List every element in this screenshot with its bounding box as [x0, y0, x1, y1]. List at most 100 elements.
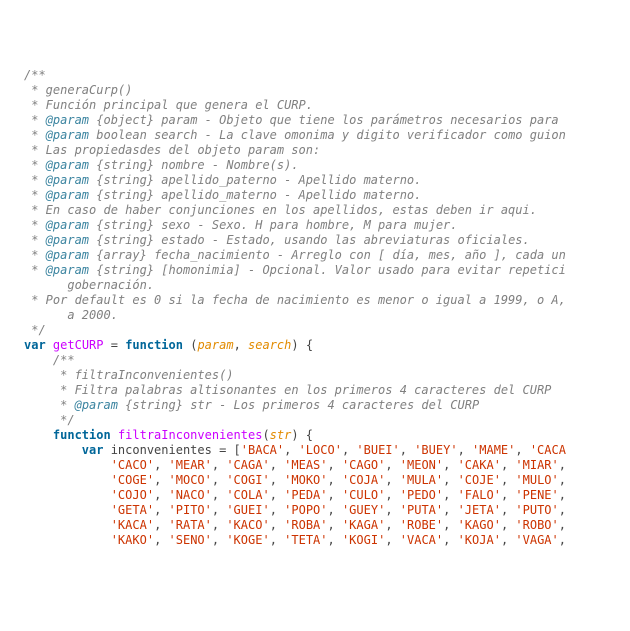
token-p: ,: [501, 458, 515, 472]
token-c: * filtraInconvenientes(): [53, 368, 234, 382]
token-s: 'JETA': [458, 503, 501, 517]
token-s: 'MOCO': [169, 473, 212, 487]
token-t: @param: [46, 233, 89, 247]
token-kw: var: [24, 338, 46, 352]
token-s: 'POPO': [284, 503, 327, 517]
token-p: ,: [154, 518, 168, 532]
token-s: 'KOGE': [226, 533, 269, 547]
token-p: ,: [559, 533, 566, 547]
token-t: @param: [46, 263, 89, 277]
token-p: [24, 368, 53, 382]
token-s: 'KAGA': [342, 518, 385, 532]
token-s: 'KAKO': [111, 533, 154, 547]
token-s: 'CACA: [530, 443, 566, 457]
token-t: @param: [46, 188, 89, 202]
token-kw: var: [82, 443, 104, 457]
token-kw: function: [125, 338, 183, 352]
token-p: ,: [154, 503, 168, 517]
token-s: 'VACA': [400, 533, 443, 547]
token-s: 'COJE': [458, 473, 501, 487]
token-c: *: [24, 263, 46, 277]
token-c: /**: [53, 353, 75, 367]
code-line: var inconvenientes = ['BACA', 'LOCO', 'B…: [24, 443, 630, 458]
token-s: 'CAGO': [342, 458, 385, 472]
token-p: ,: [328, 473, 342, 487]
code-line: * @param {string} sexo - Sexo. H para ho…: [24, 218, 630, 233]
code-line: 'CACO', 'MEAR', 'CAGA', 'MEAS', 'CAGO', …: [24, 458, 630, 473]
token-p: (: [183, 338, 197, 352]
token-c: * Función principal que genera el CURP.: [24, 98, 313, 112]
token-p: [24, 353, 53, 367]
token-c: {string} estado - Estado, usando las abr…: [89, 233, 530, 247]
token-c: {string} apellido_paterno - Apellido mat…: [89, 173, 421, 187]
token-t: @param: [46, 173, 89, 187]
token-p: ,: [212, 503, 226, 517]
token-c: *: [24, 113, 46, 127]
token-s: 'PITO': [169, 503, 212, 517]
token-s: 'GETA': [111, 503, 154, 517]
token-p: =: [104, 338, 126, 352]
token-t: @param: [46, 128, 89, 142]
code-line: gobernación.: [24, 278, 630, 293]
token-c: {string} apellido_materno - Apellido mat…: [89, 188, 421, 202]
token-s: 'CAKA': [458, 458, 501, 472]
token-t: @param: [46, 158, 89, 172]
token-p: (: [262, 428, 269, 442]
token-p: ,: [559, 473, 566, 487]
token-p: ,: [342, 443, 356, 457]
token-p: ,: [400, 443, 414, 457]
token-p: ,: [501, 533, 515, 547]
token-p: [24, 518, 111, 532]
token-s: 'KAGO': [458, 518, 501, 532]
token-t: @param: [75, 398, 118, 412]
token-c: *: [24, 218, 46, 232]
token-p: ,: [212, 458, 226, 472]
token-c: {string} str - Los primeros 4 caracteres…: [118, 398, 479, 412]
token-s: 'GUEY': [342, 503, 385, 517]
token-p: ,: [328, 458, 342, 472]
token-c: {string} sexo - Sexo. H para hombre, M p…: [89, 218, 457, 232]
token-p: ,: [328, 503, 342, 517]
token-s: 'ROBE': [400, 518, 443, 532]
code-line: * En caso de haber conjunciones en los a…: [24, 203, 630, 218]
token-s: 'RATA': [169, 518, 212, 532]
token-t: @param: [46, 113, 89, 127]
token-c: * Por default es 0 si la fecha de nacimi…: [24, 293, 566, 307]
token-s: 'MIAR': [515, 458, 558, 472]
token-s: 'CACO': [111, 458, 154, 472]
token-p: ,: [328, 518, 342, 532]
token-s: 'TETA': [284, 533, 327, 547]
code-line: 'GETA', 'PITO', 'GUEI', 'POPO', 'GUEY', …: [24, 503, 630, 518]
token-s: 'GUEI': [226, 503, 269, 517]
token-p: ,: [443, 473, 457, 487]
token-p: ,: [501, 518, 515, 532]
token-c: boolean search - La clave omonima y digi…: [89, 128, 566, 142]
code-line: /**: [24, 353, 630, 368]
code-line: 'KAKO', 'SENO', 'KOGE', 'TETA', 'KOGI', …: [24, 533, 630, 548]
token-s: 'MEAR': [169, 458, 212, 472]
token-p: ,: [443, 503, 457, 517]
token-p: [24, 473, 111, 487]
code-line: * generaCurp(): [24, 83, 630, 98]
token-pm: search: [248, 338, 291, 352]
token-s: 'COGE': [111, 473, 154, 487]
token-t: @param: [46, 248, 89, 262]
token-p: [46, 338, 53, 352]
token-s: 'MULO': [515, 473, 558, 487]
code-line: 'KACA', 'RATA', 'KACO', 'ROBA', 'KAGA', …: [24, 518, 630, 533]
token-p: ,: [385, 518, 399, 532]
code-viewer: /** * generaCurp() * Función principal q…: [24, 68, 630, 548]
token-p: ,: [270, 473, 284, 487]
token-s: 'VAGA': [515, 533, 558, 547]
code-line: * filtraInconvenientes(): [24, 368, 630, 383]
token-c: */: [53, 413, 75, 427]
token-p: ,: [270, 503, 284, 517]
token-p: ,: [270, 533, 284, 547]
token-c: *: [24, 248, 46, 262]
token-fn: getCURP: [53, 338, 104, 352]
token-c: *: [24, 188, 46, 202]
token-kw: function: [53, 428, 111, 442]
token-p: ,: [559, 458, 566, 472]
token-s: 'MAME': [472, 443, 515, 457]
token-s: 'MEAS': [284, 458, 327, 472]
